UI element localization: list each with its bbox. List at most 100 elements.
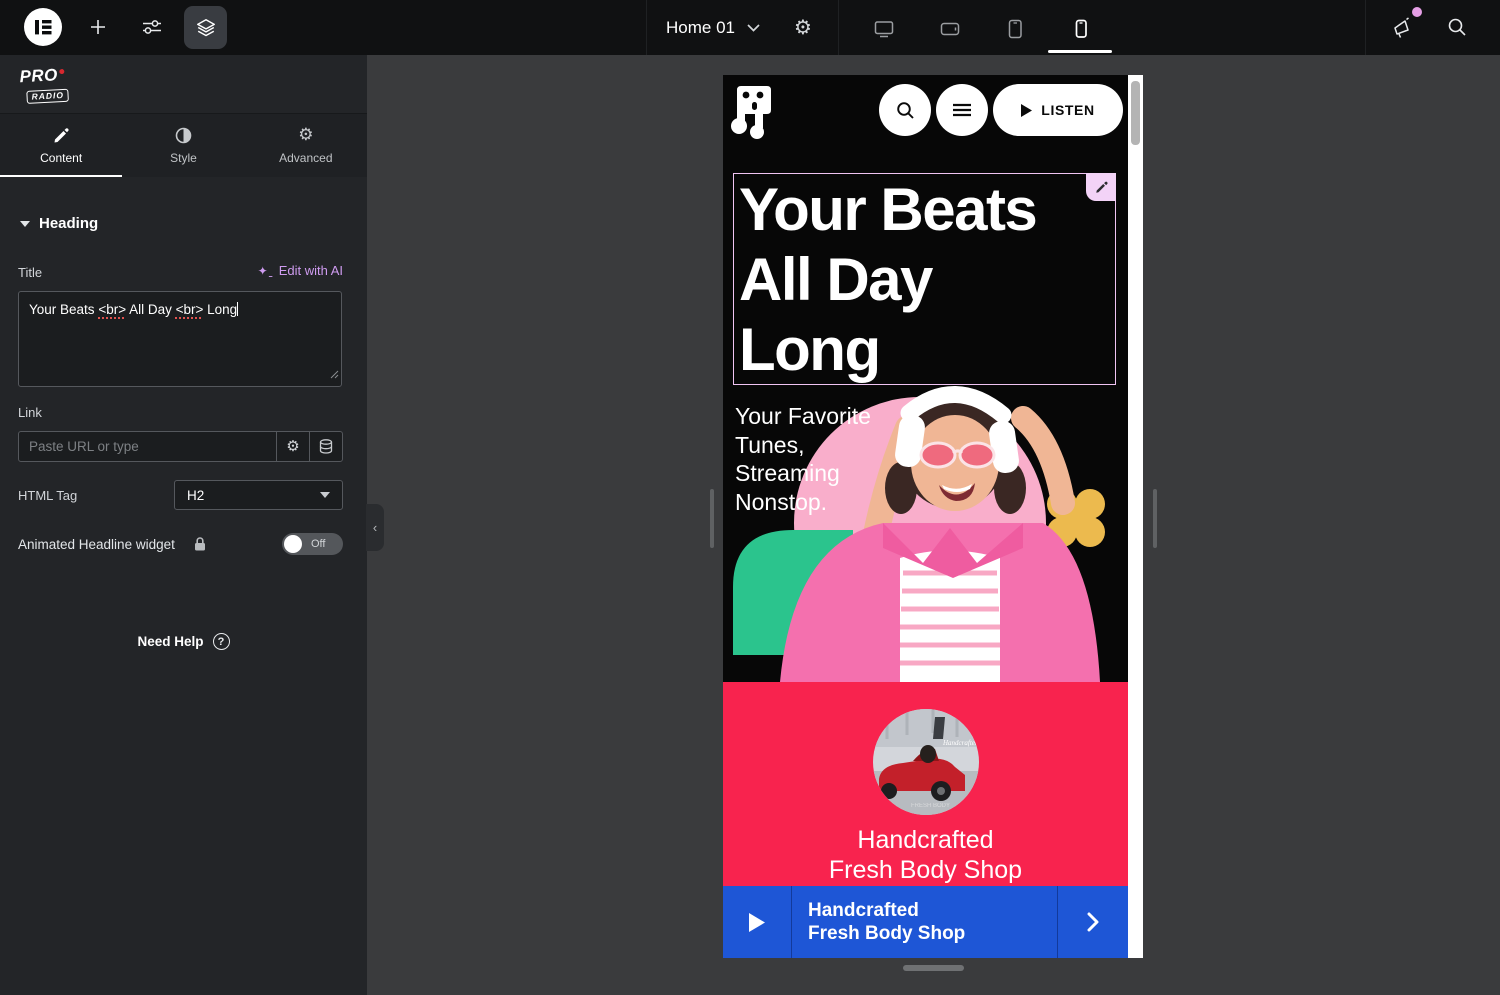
play-icon xyxy=(749,913,765,932)
title-label: Title xyxy=(18,265,42,280)
tab-advanced[interactable]: ⚙ Advanced xyxy=(245,114,367,177)
layers-icon xyxy=(195,17,217,39)
tablet-icon xyxy=(1006,19,1024,39)
gear-icon: ⚙ xyxy=(794,17,812,37)
lock-icon xyxy=(193,536,207,552)
menu-button[interactable] xyxy=(936,84,988,136)
laptop-icon xyxy=(940,20,960,38)
hero-subtitle[interactable]: Your Favorite Tunes, Streaming Nonstop. xyxy=(735,402,871,516)
section-heading-toggle[interactable]: Heading xyxy=(20,215,98,232)
need-help-link[interactable]: Need Help ? xyxy=(0,633,367,650)
music-note-logo-icon xyxy=(727,84,775,142)
device-laptop-button[interactable] xyxy=(930,14,970,44)
tab-label: Style xyxy=(170,151,197,165)
chevron-down-icon xyxy=(747,24,760,32)
site-settings-button[interactable]: ⚙ xyxy=(787,11,819,43)
brand-bottom-text: RADIO xyxy=(26,89,69,104)
player-next-button[interactable] xyxy=(1057,886,1128,958)
elementor-logo[interactable] xyxy=(24,8,62,46)
card-caption[interactable]: Handcrafted Fresh Body Shop xyxy=(829,825,1022,885)
link-url-input[interactable] xyxy=(19,432,276,461)
toolbar-divider xyxy=(838,0,839,55)
link-label: Link xyxy=(18,405,42,420)
title-br-token: <br> xyxy=(176,302,204,317)
widget-edit-handle[interactable] xyxy=(1086,173,1116,201)
play-icon xyxy=(1021,104,1032,117)
settings-sliders-button[interactable] xyxy=(136,11,168,43)
sliders-icon xyxy=(142,18,162,36)
brand-top-text: PRO xyxy=(19,65,68,88)
preview-scrollbar-track[interactable] xyxy=(1128,75,1143,958)
featured-card-image[interactable]: Handcrafted FRESH BODY xyxy=(873,709,979,815)
preview-scrollbar-thumb[interactable] xyxy=(1131,81,1140,145)
pencil-icon xyxy=(53,127,70,144)
player-track-title[interactable]: Handcrafted Fresh Body Shop xyxy=(792,886,1057,958)
card-caption-line: Fresh Body Shop xyxy=(829,855,1022,885)
notification-dot xyxy=(1412,7,1422,17)
link-options-button[interactable]: ⚙ xyxy=(276,432,309,461)
pro-radio-logo[interactable]: PRO RADIO xyxy=(19,65,69,105)
toggle-state-label: Off xyxy=(311,538,325,550)
device-mobile-button[interactable] xyxy=(1061,14,1101,44)
listen-button[interactable]: LISTEN xyxy=(993,84,1123,136)
toolbar-divider xyxy=(1365,0,1366,55)
animated-headline-label: Animated Headline widget xyxy=(18,537,175,552)
resize-handle-right[interactable] xyxy=(1153,489,1157,548)
site-logo[interactable] xyxy=(727,84,775,147)
caret-down-icon xyxy=(20,221,30,227)
finder-search-button[interactable] xyxy=(1441,11,1473,43)
hero-heading: Your Beats All Day Long xyxy=(734,174,1115,385)
resize-handle[interactable] xyxy=(330,366,339,384)
title-text: All Day xyxy=(126,302,176,317)
tab-label: Content xyxy=(40,151,82,165)
active-device-underline xyxy=(1048,50,1112,53)
edit-with-ai-button[interactable]: ✦ˍ Edit with AI xyxy=(258,263,343,278)
title-br-token: <br> xyxy=(98,302,126,317)
player-title-line: Fresh Body Shop xyxy=(808,922,1057,946)
whats-new-button[interactable] xyxy=(1387,11,1419,43)
contrast-icon xyxy=(175,127,192,144)
featured-card-section: Handcrafted FRESH BODY Handcrafted Fresh… xyxy=(723,682,1128,886)
preview-page: LISTEN xyxy=(723,75,1128,958)
card-caption-line: Handcrafted xyxy=(829,825,1022,855)
device-tablet-button[interactable] xyxy=(995,14,1035,44)
animated-headline-row: Animated Headline widget Off xyxy=(18,532,343,556)
player-play-button[interactable] xyxy=(723,886,792,958)
photo-script-text: Handcrafted xyxy=(942,739,979,747)
player-title-line: Handcrafted xyxy=(808,899,1057,923)
heading-line: Long xyxy=(739,315,1115,385)
navigator-button[interactable] xyxy=(184,6,227,49)
plus-icon xyxy=(89,18,107,36)
gear-icon: ⚙ xyxy=(286,439,299,454)
animated-headline-toggle[interactable]: Off xyxy=(282,533,343,555)
add-element-button[interactable] xyxy=(82,11,114,43)
tab-style[interactable]: Style xyxy=(122,114,244,177)
top-toolbar: Home 01 ⚙ xyxy=(0,0,1500,55)
chevron-down-icon xyxy=(320,492,330,498)
resize-handle-left[interactable] xyxy=(710,489,714,548)
subtitle-line: Your Favorite xyxy=(735,402,871,431)
horizontal-scrollbar[interactable] xyxy=(903,965,964,971)
elementor-e-icon xyxy=(24,8,62,46)
panel-tabs: Content Style ⚙ Advanced xyxy=(0,113,367,177)
heading-line: All Day xyxy=(739,245,1115,315)
toolbar-divider xyxy=(646,0,647,55)
selected-heading-widget[interactable]: Your Beats All Day Long xyxy=(733,173,1116,385)
html-tag-select[interactable]: H2 xyxy=(174,480,343,510)
section-title: Heading xyxy=(39,215,98,232)
panel-collapse-handle[interactable]: ‹ xyxy=(366,504,384,551)
page-selector-label: Home 01 xyxy=(666,18,735,38)
search-button[interactable] xyxy=(879,84,931,136)
search-icon xyxy=(1447,17,1467,37)
page-selector-dropdown[interactable]: Home 01 xyxy=(666,0,760,55)
tab-content[interactable]: Content xyxy=(0,114,122,177)
listen-label: LISTEN xyxy=(1041,102,1094,118)
title-textarea[interactable]: Your Beats <br> All Day <br> Long xyxy=(18,291,342,387)
device-desktop-button[interactable] xyxy=(864,14,904,44)
tab-label: Advanced xyxy=(279,151,332,165)
link-field-group: ⚙ xyxy=(18,431,343,462)
dynamic-tags-button[interactable] xyxy=(309,432,342,461)
site-header: LISTEN xyxy=(723,75,1128,173)
search-icon xyxy=(896,101,915,120)
html-tag-label: HTML Tag xyxy=(18,488,77,503)
